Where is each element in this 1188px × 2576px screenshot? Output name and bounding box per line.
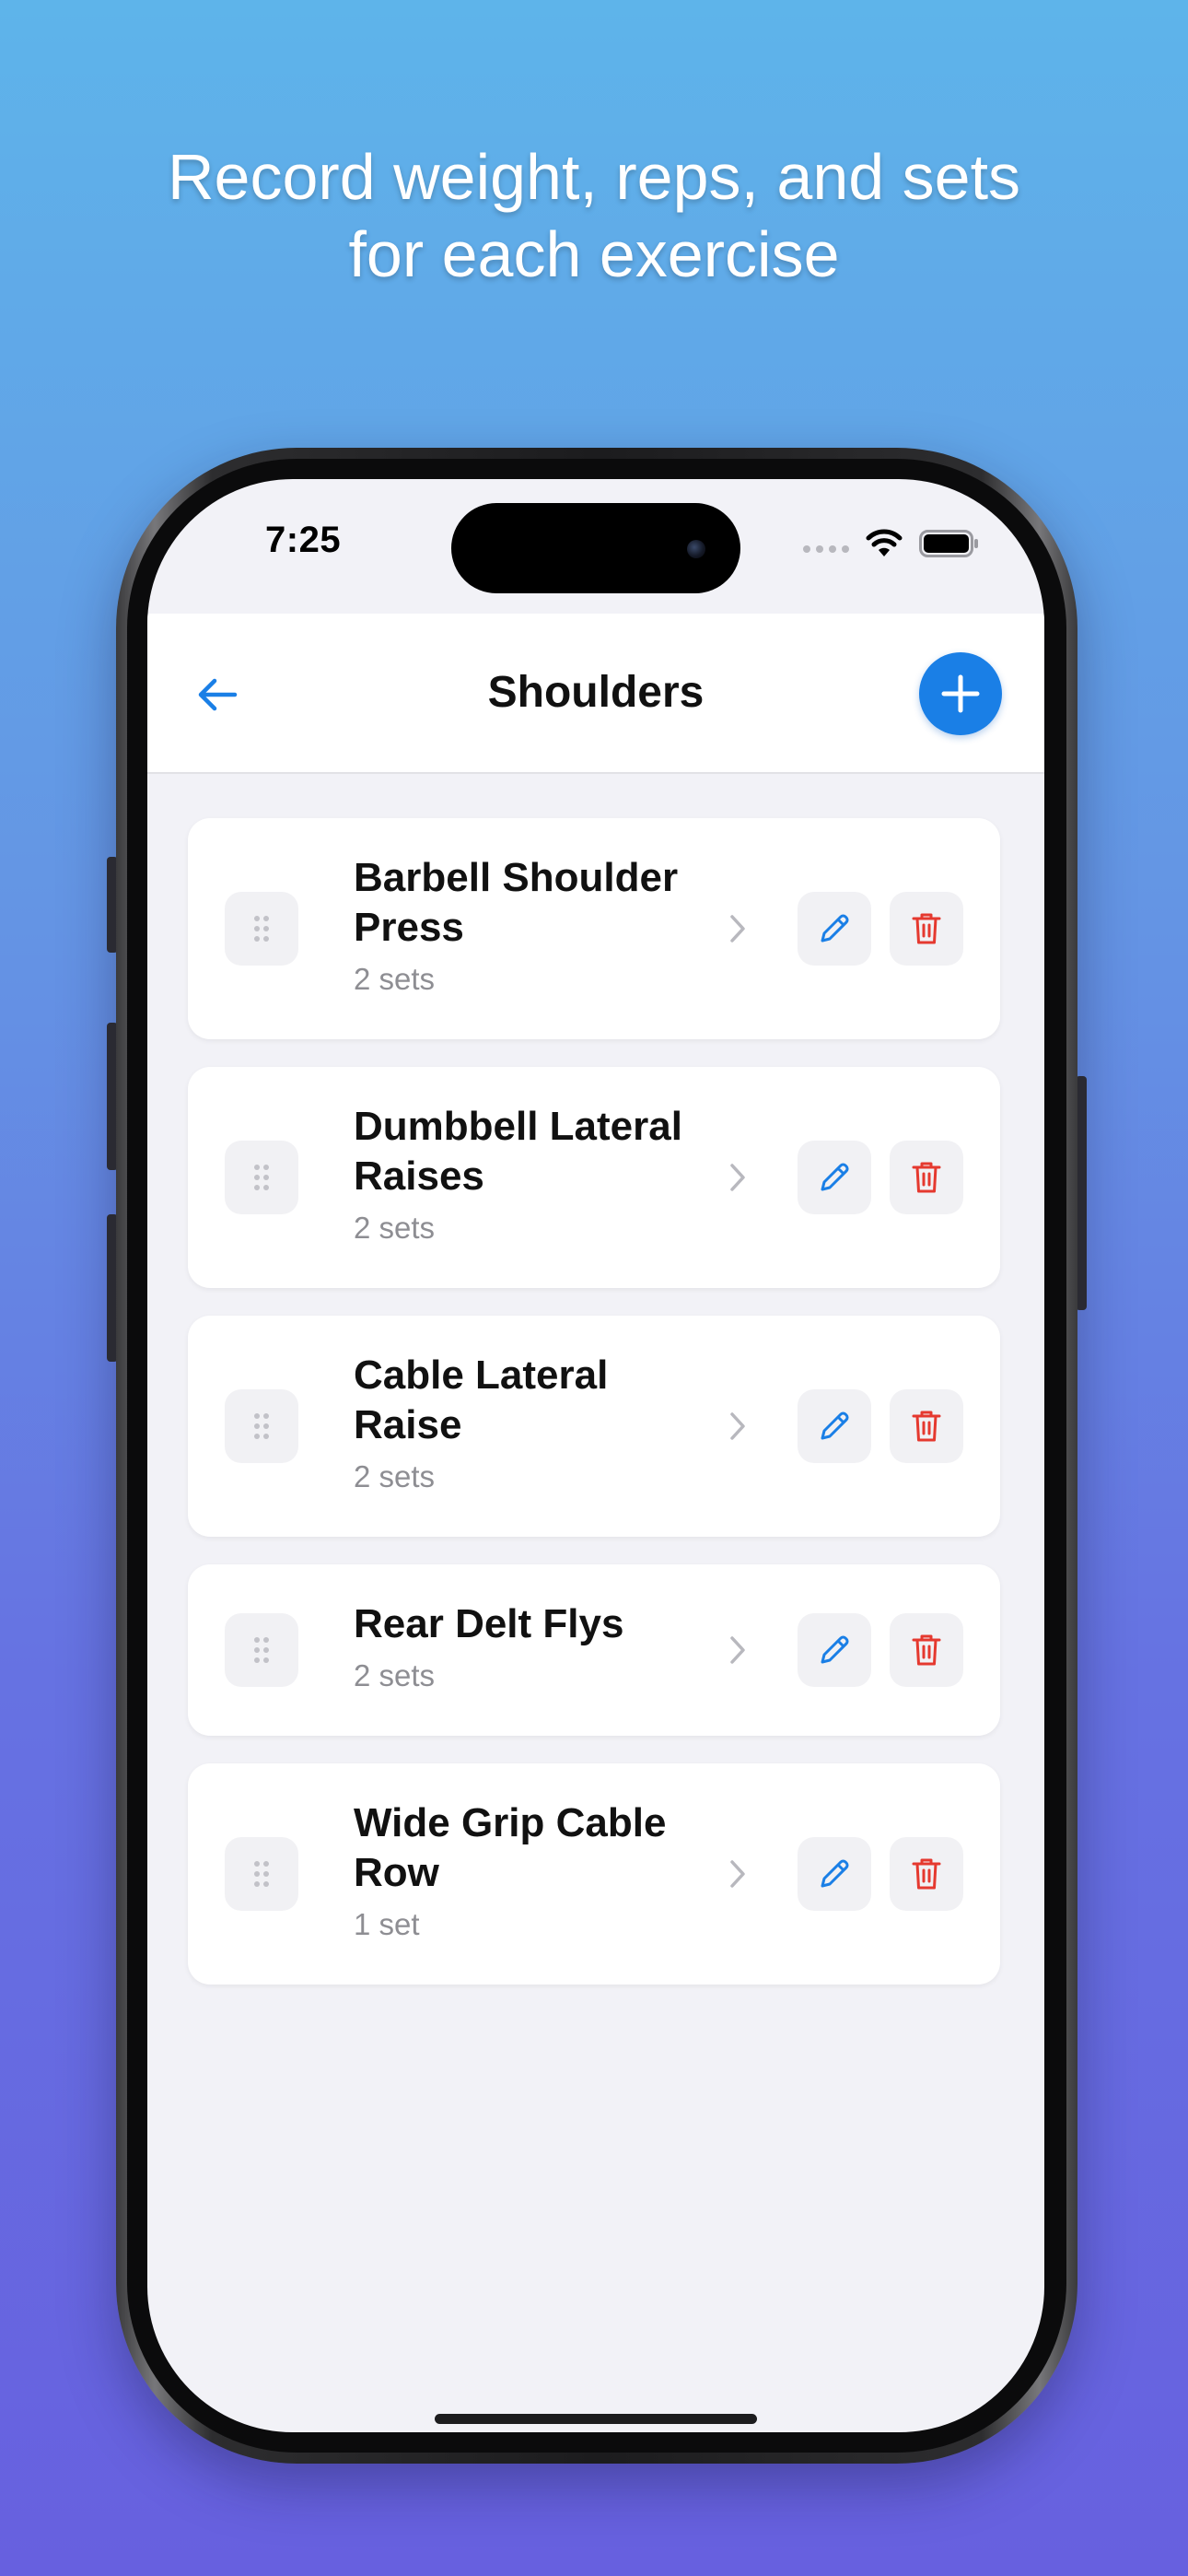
pencil-icon bbox=[821, 1859, 849, 1888]
chevron-right-icon bbox=[724, 1408, 751, 1445]
drag-handle[interactable] bbox=[225, 892, 298, 966]
phone-screen: 7:25 Shoulders Barbell Shoulder Press 2 … bbox=[147, 479, 1044, 2432]
headline: Record weight, reps, and sets for each e… bbox=[0, 138, 1188, 293]
pencil-icon bbox=[821, 1411, 849, 1440]
pencil-icon bbox=[821, 1635, 849, 1664]
edit-button[interactable] bbox=[798, 1141, 871, 1214]
exercise-card[interactable]: Rear Delt Flys 2 sets bbox=[188, 1564, 1000, 1736]
trash-icon bbox=[912, 1411, 941, 1442]
front-camera-icon bbox=[687, 540, 705, 558]
add-exercise-button[interactable] bbox=[919, 652, 1002, 735]
exercise-sets: 2 sets bbox=[354, 1211, 436, 1245]
exercise-name: Cable Lateral Raise bbox=[354, 1352, 609, 1447]
exercise-sets: 2 sets bbox=[354, 1459, 436, 1493]
headline-line-2: for each exercise bbox=[348, 218, 840, 290]
trash-icon bbox=[912, 1162, 941, 1193]
exercise-card[interactable]: Dumbbell Lateral Raises 2 sets bbox=[188, 1067, 1000, 1288]
navigation-bar: Shoulders bbox=[147, 614, 1044, 774]
chevron-right-icon bbox=[724, 1159, 751, 1196]
trash-icon bbox=[912, 913, 941, 944]
pencil-icon bbox=[821, 1163, 849, 1191]
chevron-right-icon bbox=[724, 1856, 751, 1892]
delete-button[interactable] bbox=[890, 1389, 963, 1463]
exercise-sets: 2 sets bbox=[354, 962, 436, 996]
drag-handle[interactable] bbox=[225, 1613, 298, 1687]
page-title: Shoulders bbox=[487, 668, 705, 717]
exercise-card[interactable]: Wide Grip Cable Row 1 set bbox=[188, 1763, 1000, 1985]
grip-icon bbox=[254, 1413, 269, 1439]
edit-button[interactable] bbox=[798, 1837, 871, 1911]
trash-icon bbox=[912, 1634, 941, 1666]
delete-button[interactable] bbox=[890, 1613, 963, 1687]
edit-button[interactable] bbox=[798, 1613, 871, 1687]
exercise-sets: 2 sets bbox=[354, 1658, 436, 1692]
exercise-name: Dumbbell Lateral Raises bbox=[354, 1104, 682, 1199]
status-time: 7:25 bbox=[265, 520, 342, 560]
delete-button[interactable] bbox=[890, 1141, 963, 1214]
grip-icon bbox=[254, 1861, 269, 1887]
exercise-name: Wide Grip Cable Row bbox=[354, 1800, 667, 1895]
chevron-right-icon bbox=[724, 1632, 751, 1669]
battery-icon bbox=[919, 530, 978, 557]
exercise-card[interactable]: Cable Lateral Raise 2 sets bbox=[188, 1316, 1000, 1537]
cellular-dots-icon bbox=[803, 545, 849, 553]
exercise-card[interactable]: Barbell Shoulder Press 2 sets bbox=[188, 818, 1000, 1039]
drag-handle[interactable] bbox=[225, 1837, 298, 1911]
exercise-name: Barbell Shoulder Press bbox=[354, 855, 679, 950]
headline-line-1: Record weight, reps, and sets bbox=[167, 141, 1021, 213]
drag-handle[interactable] bbox=[225, 1141, 298, 1214]
edit-button[interactable] bbox=[798, 892, 871, 966]
edit-button[interactable] bbox=[798, 1389, 871, 1463]
status-icons bbox=[803, 525, 980, 562]
grip-icon bbox=[254, 916, 269, 942]
pencil-icon bbox=[821, 914, 849, 943]
plus-icon bbox=[941, 674, 980, 713]
exercise-name: Rear Delt Flys bbox=[354, 1601, 624, 1646]
delete-button[interactable] bbox=[890, 892, 963, 966]
trash-icon bbox=[912, 1858, 941, 1890]
wifi-icon bbox=[866, 529, 903, 556]
grip-icon bbox=[254, 1165, 269, 1190]
drag-handle[interactable] bbox=[225, 1389, 298, 1463]
grip-icon bbox=[254, 1637, 269, 1663]
exercise-sets: 1 set bbox=[354, 1907, 420, 1941]
home-indicator[interactable] bbox=[435, 2414, 757, 2424]
delete-button[interactable] bbox=[890, 1837, 963, 1911]
dynamic-island bbox=[451, 503, 740, 593]
chevron-right-icon bbox=[724, 910, 751, 947]
